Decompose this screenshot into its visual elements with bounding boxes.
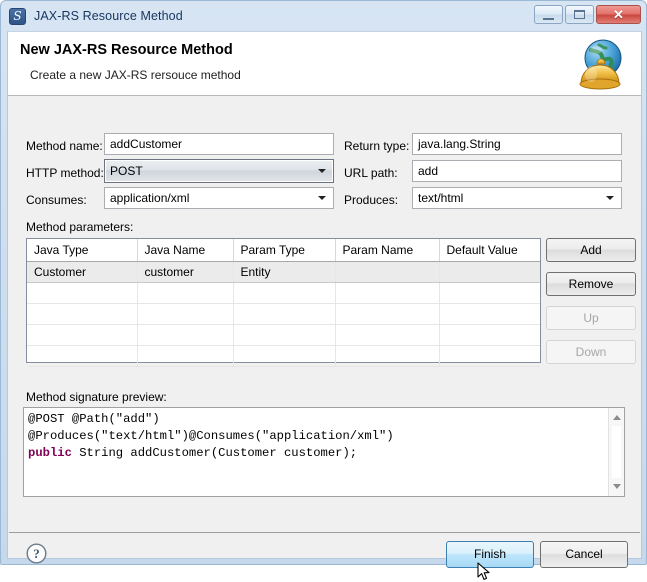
maximize-icon	[574, 10, 585, 19]
consumes-combo[interactable]: application/xml	[104, 187, 334, 209]
table-row-empty[interactable]	[27, 282, 540, 304]
produces-label: Produces:	[344, 193, 399, 207]
preview-label: Method signature preview:	[26, 390, 167, 404]
globe-bell-icon	[579, 39, 622, 90]
page-title: New JAX-RS Resource Method	[20, 42, 233, 58]
column-header-java-name[interactable]: Java Name	[137, 239, 234, 262]
close-icon: ✕	[613, 7, 624, 22]
table-row-empty[interactable]	[27, 324, 540, 346]
wizard-banner: New JAX-RS Resource Method Create a new …	[8, 32, 641, 96]
column-header-default-value[interactable]: Default Value	[439, 239, 540, 262]
chevron-down-icon	[606, 196, 614, 200]
scroll-down-icon[interactable]	[612, 484, 621, 489]
help-icon[interactable]: ?	[26, 543, 47, 564]
title-bar: JAX-RS Resource Method ✕	[1, 1, 646, 31]
remove-button[interactable]: Remove	[546, 272, 636, 296]
return-type-label: Return type:	[344, 139, 410, 153]
return-type-input[interactable]: java.lang.String	[412, 133, 622, 155]
consumes-label: Consumes:	[26, 193, 87, 207]
scroll-up-icon[interactable]	[612, 415, 621, 420]
cell-default-value	[439, 261, 540, 283]
add-button[interactable]: Add	[546, 238, 636, 262]
consumes-value: application/xml	[110, 191, 190, 205]
minimize-button[interactable]	[534, 5, 563, 24]
cell-java-name: customer	[137, 261, 234, 283]
column-header-param-type[interactable]: Param Type	[233, 239, 336, 262]
preview-keyword: public	[28, 446, 72, 460]
http-method-combo[interactable]: POST	[104, 159, 334, 183]
dialog-window: JAX-RS Resource Method ✕ New JAX-RS Reso…	[0, 0, 647, 580]
produces-combo[interactable]: text/html	[412, 187, 622, 209]
preview-line-3: String addCustomer(Customer customer);	[71, 446, 358, 460]
table-row[interactable]: Customer customer Entity	[27, 261, 540, 283]
scrollbar-track[interactable]	[612, 426, 621, 478]
http-method-value: POST	[110, 164, 143, 178]
table-header-row: Java Type Java Name Param Type Param Nam…	[27, 239, 540, 262]
cell-java-type: Customer	[27, 261, 138, 283]
preview-scrollbar[interactable]	[608, 408, 624, 496]
url-path-label: URL path:	[344, 166, 398, 180]
table-row-empty[interactable]	[27, 345, 540, 367]
chevron-down-icon	[318, 169, 326, 173]
finish-button[interactable]: Finish	[446, 541, 534, 568]
url-path-input[interactable]: add	[412, 160, 622, 182]
svg-text:?: ?	[33, 546, 40, 561]
preview-line-1: @POST @Path("add")	[28, 412, 160, 426]
page-subtitle: Create a new JAX-RS rersouce method	[30, 68, 241, 82]
chevron-down-icon	[318, 196, 326, 200]
produces-value: text/html	[418, 191, 464, 205]
jaxrs-app-icon	[9, 7, 26, 25]
table-row-empty[interactable]	[27, 303, 540, 325]
up-button[interactable]: Up	[546, 306, 636, 330]
preview-code: @POST @Path("add") @Produces("text/html"…	[28, 411, 394, 462]
column-header-java-type[interactable]: Java Type	[27, 239, 138, 262]
close-button[interactable]: ✕	[596, 5, 641, 24]
footer-separator	[9, 532, 640, 533]
cell-param-type: Entity	[233, 261, 336, 283]
window-title: JAX-RS Resource Method	[34, 9, 183, 23]
window-controls: ✕	[534, 5, 641, 24]
method-signature-preview[interactable]: @POST @Path("add") @Produces("text/html"…	[23, 407, 625, 497]
dialog-body: Method name: addCustomer Return type: ja…	[8, 96, 641, 580]
column-header-param-name[interactable]: Param Name	[335, 239, 440, 262]
http-method-label: HTTP method:	[26, 166, 104, 180]
minimize-icon	[543, 15, 554, 20]
cancel-button[interactable]: Cancel	[540, 541, 628, 568]
method-parameters-label: Method parameters:	[26, 220, 134, 234]
cell-param-name	[335, 261, 440, 283]
down-button[interactable]: Down	[546, 340, 636, 364]
preview-line-2: @Produces("text/html")@Consumes("applica…	[28, 429, 394, 443]
method-name-input[interactable]: addCustomer	[104, 133, 334, 155]
method-name-label: Method name:	[26, 139, 103, 153]
method-parameters-table[interactable]: Java Type Java Name Param Type Param Nam…	[26, 238, 541, 367]
maximize-button[interactable]	[565, 5, 594, 24]
dialog-client: New JAX-RS Resource Method Create a new …	[7, 31, 642, 580]
